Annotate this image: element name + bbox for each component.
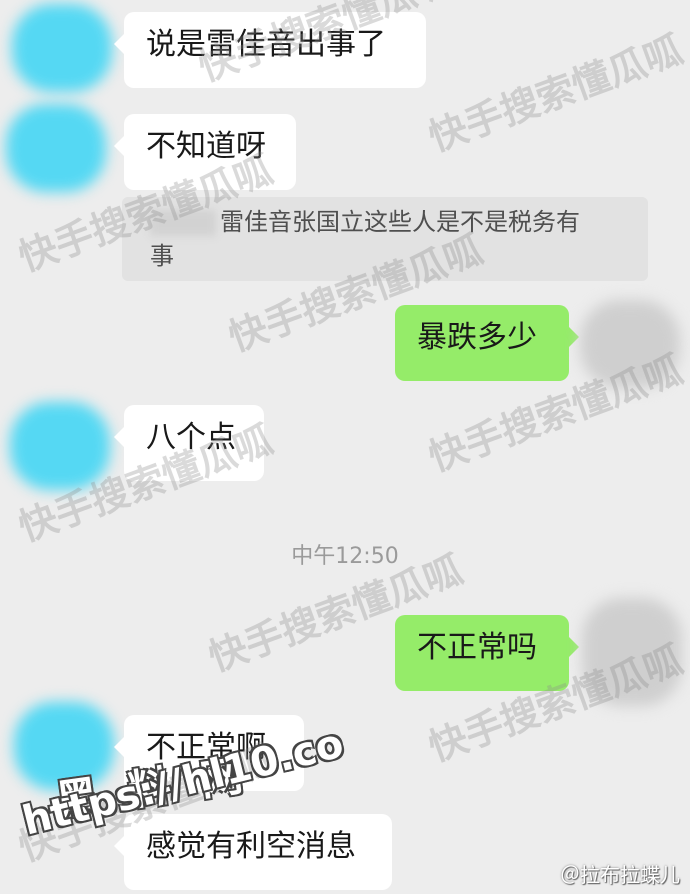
message-text: 暴跌多少 xyxy=(417,320,537,355)
quote-text-line1: 雷佳音张国立这些人是不是税务有 xyxy=(220,208,580,236)
quoted-message[interactable]: 雷佳音张国立这些人是不是税务有 事 xyxy=(122,197,648,281)
contact-avatar[interactable] xyxy=(6,104,106,192)
message-bubble-incoming[interactable]: 感觉有利空消息 xyxy=(114,814,392,890)
contact-avatar[interactable] xyxy=(10,402,110,490)
user-avatar[interactable] xyxy=(580,300,680,388)
message-bubble-incoming[interactable]: 不知道呀 xyxy=(114,114,296,190)
message-text: 不知道呀 xyxy=(146,129,266,164)
user-avatar[interactable] xyxy=(582,598,682,706)
timestamp: 中午12:50 xyxy=(291,544,399,569)
message-bubble-incoming[interactable]: 八个点 xyxy=(114,405,264,481)
message-text: 说是雷佳音出事了 xyxy=(146,27,386,62)
message-text: 八个点 xyxy=(146,420,236,455)
weibo-credit: ＠拉布拉蝶儿 xyxy=(560,863,680,887)
message-text: 感觉有利空消息 xyxy=(146,829,356,864)
message-bubble-incoming[interactable]: 说是雷佳音出事了 xyxy=(114,12,426,88)
quote-sender-blurred xyxy=(150,210,216,236)
quote-text-line2: 事 xyxy=(150,242,174,270)
message-bubble-outgoing[interactable]: 不正常吗 xyxy=(395,615,579,691)
message-bubble-outgoing[interactable]: 暴跌多少 xyxy=(395,305,579,381)
message-text: 不正常吗 xyxy=(417,630,537,665)
contact-avatar[interactable] xyxy=(12,4,112,92)
